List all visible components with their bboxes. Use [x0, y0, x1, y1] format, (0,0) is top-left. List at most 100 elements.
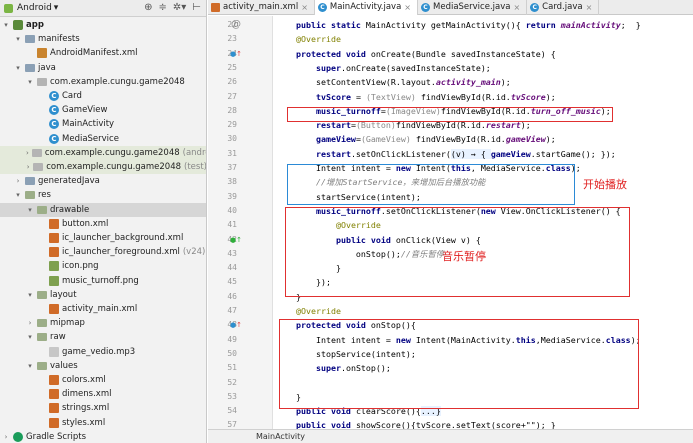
tree-item-res[interactable]: ▾ res — [0, 188, 51, 202]
override-marker-icon[interactable]: ●↑ — [230, 47, 242, 61]
expand-arrow-icon[interactable]: ▾ — [26, 359, 34, 373]
line-number: 28 — [227, 105, 237, 115]
tree-item-manifests[interactable]: ▾ manifests — [0, 32, 79, 46]
tab-activity-main-xml[interactable]: activity_main.xml × — [208, 0, 315, 15]
expand-arrow-icon[interactable]: ▾ — [26, 203, 34, 217]
line-number: 46 — [227, 291, 237, 301]
tree-item-pkg-test[interactable]: › com.example.cungu.game2048 (test) — [0, 160, 206, 174]
tree-item-gameview[interactable]: C GameView — [0, 103, 107, 117]
tab-mediaservice-java[interactable]: C MediaService.java × — [418, 0, 528, 15]
tree-item-mediaservice[interactable]: C MediaService — [0, 132, 119, 146]
tab-mainactivity-java[interactable]: C MainActivity.java × — [314, 0, 418, 15]
tree-item-raw[interactable]: ▾ raw — [0, 330, 65, 344]
code-line: setContentView(R.layout.activity_main); — [276, 77, 511, 88]
tree-item-ic-fg[interactable]: ic_launcher_foreground.xml (v24) — [0, 245, 205, 259]
code-line: public void clearScore(){...} — [295, 406, 441, 417]
tree-item-game-vedio[interactable]: game_vedio.mp3 — [0, 345, 135, 359]
tree-item-layout[interactable]: ▾ layout — [0, 288, 77, 302]
close-icon[interactable]: × — [586, 0, 593, 15]
tree-item-button-xml[interactable]: button.xml — [0, 217, 108, 231]
tree-item-app[interactable]: ▾ app — [0, 18, 44, 32]
tree-item-mainactivity[interactable]: C MainActivity — [0, 117, 114, 131]
override-marker-icon[interactable]: ●↑ — [230, 318, 242, 332]
line-number: 51 — [227, 363, 237, 373]
collapse-arrow-icon[interactable]: › — [26, 316, 34, 330]
code-editor[interactable]: public static MainActivity getMainActivi… — [273, 16, 693, 429]
line-number: 40 — [227, 205, 237, 215]
code-line: public static MainActivity getMainActivi… — [295, 20, 641, 30]
project-toolbar-icons: ⊕ ≑ ✲▾ ⊢ — [144, 2, 201, 13]
view-mode-select[interactable]: Android ▾ — [17, 3, 58, 13]
tree-item-ic-bg[interactable]: ic_launcher_background.xml — [0, 231, 183, 245]
xml-file-icon — [211, 3, 220, 12]
tree-item-label: GameView — [62, 105, 108, 116]
collapse-arrow-icon[interactable]: › — [2, 430, 10, 443]
tree-item-dimens-xml[interactable]: dimens.xml — [0, 387, 111, 401]
tree-item-label: com.example.cungu.game2048 — [44, 147, 180, 158]
gear-icon[interactable]: ✲▾ — [173, 2, 186, 13]
java-class-icon: C — [317, 3, 327, 12]
folder-icon — [25, 35, 35, 44]
status-breadcrumb[interactable]: MainActivity — [208, 429, 693, 443]
expand-arrow-icon[interactable]: ▾ — [14, 32, 22, 46]
at-marker-icon[interactable]: @ — [231, 18, 241, 32]
collapse-arrow-icon[interactable]: › — [26, 146, 29, 160]
line-number: 54 — [227, 406, 237, 416]
view-mode-label: Android — [17, 3, 52, 13]
tab-label: activity_main.xml — [223, 2, 299, 12]
close-icon[interactable]: × — [404, 0, 411, 15]
tree-item-gradle-scripts[interactable]: › Gradle Scripts — [0, 430, 86, 443]
tree-item-mipmap[interactable]: › mipmap — [0, 316, 85, 330]
xml-file-icon — [49, 247, 59, 258]
implement-marker-icon[interactable]: ●↑ — [230, 233, 242, 247]
expand-arrow-icon[interactable]: ▾ — [26, 288, 34, 302]
tree-item-values[interactable]: ▾ values — [0, 359, 77, 373]
expand-arrow-icon[interactable]: ▾ — [2, 18, 10, 32]
tree-item-android-manifest[interactable]: AndroidManifest.xml — [0, 46, 138, 60]
code-line: @Override — [295, 306, 341, 316]
tree-item-label: MainActivity — [62, 119, 115, 130]
tree-item-java[interactable]: ▾ java — [0, 61, 56, 75]
resource-folder-icon — [37, 333, 47, 342]
tree-item-card[interactable]: C Card — [0, 89, 82, 103]
tree-item-pkg-main[interactable]: ▾ com.example.cungu.game2048 — [0, 75, 185, 89]
tree-item-label: colors.xml — [62, 375, 106, 385]
collapse-icon[interactable]: ≑ — [158, 2, 166, 13]
expand-arrow-icon[interactable]: ▾ — [26, 330, 34, 344]
collapse-arrow-icon[interactable]: › — [26, 160, 30, 174]
tree-item-label: Gradle Scripts — [26, 431, 87, 442]
tree-item-activity-main-xml[interactable]: activity_main.xml — [0, 302, 137, 316]
tree-item-generatedjava[interactable]: › generatedJava — [0, 174, 100, 188]
tab-card-java[interactable]: C Card.java × — [527, 0, 600, 15]
xml-file-icon — [49, 417, 59, 428]
close-icon[interactable]: × — [513, 0, 520, 15]
tree-item-label: layout — [50, 289, 77, 300]
tree-item-label: com.example.cungu.game2048 — [50, 76, 185, 87]
expand-arrow-icon[interactable]: ▾ — [26, 75, 34, 89]
tree-item-strings-xml[interactable]: strings.xml — [0, 401, 109, 415]
code-line: onStop();//音乐暂停 — [276, 248, 445, 259]
expand-arrow-icon[interactable]: ▾ — [14, 61, 22, 75]
tree-item-colors-xml[interactable]: colors.xml — [0, 373, 106, 387]
expand-arrow-icon[interactable]: ▾ — [14, 188, 22, 202]
resource-folder-icon — [37, 290, 47, 299]
tree-item-styles-xml[interactable]: styles.xml — [0, 416, 105, 430]
tree-item-label: java — [38, 62, 56, 73]
folder-icon — [25, 177, 35, 186]
hide-icon[interactable]: ⊢ — [192, 2, 201, 13]
collapse-arrow-icon[interactable]: › — [14, 174, 22, 188]
tree-item-label: app — [26, 20, 44, 30]
module-icon — [13, 20, 23, 30]
tree-item-drawable[interactable]: ▾ drawable — [0, 202, 206, 217]
tree-item-icon-png[interactable]: icon.png — [0, 259, 99, 273]
java-class-icon: C — [530, 3, 540, 12]
tree-item-label: button.xml — [62, 218, 109, 229]
close-icon[interactable]: × — [301, 0, 308, 15]
tree-item-pkg-androidtest[interactable]: › com.example.cungu.game2048(androidTest) — [0, 145, 206, 160]
java-class-icon: C — [49, 105, 59, 116]
tree-item-music-turnoff-png[interactable]: music_turnoff.png — [0, 274, 139, 288]
code-line: public void onClick(View v) { — [335, 234, 481, 245]
target-icon[interactable]: ⊕ — [144, 2, 152, 13]
line-number: 29 — [227, 120, 237, 130]
code-line: music_turnoff.setOnClickListener(new Vie… — [315, 205, 621, 216]
